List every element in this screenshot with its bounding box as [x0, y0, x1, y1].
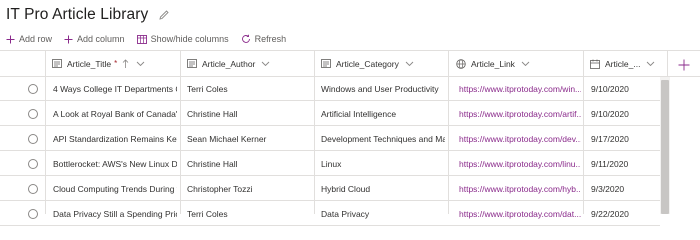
plus-icon: [64, 35, 73, 43]
columns-icon: [136, 34, 147, 44]
table-row[interactable]: Cloud Computing Trends During t... Chris…: [0, 177, 660, 201]
column-author-label: Article_Author: [202, 58, 256, 69]
row-select-radio[interactable]: [28, 84, 38, 94]
column-header-article-category[interactable]: Article_Category: [321, 51, 449, 76]
cell-link[interactable]: https://www.itprotoday.com/win...: [459, 77, 581, 100]
pencil-edit-icon[interactable]: [158, 9, 170, 21]
column-header-article-date[interactable]: Article_...: [590, 51, 660, 76]
chevron-down-icon[interactable]: [521, 61, 530, 67]
cell-title[interactable]: Data Privacy Still a Spending Prior...: [53, 202, 177, 225]
table-row[interactable]: Bottlerocket: AWS's New Linux Dis... Chr…: [0, 152, 660, 176]
table-row[interactable]: Data Privacy Still a Spending Prior... T…: [0, 202, 660, 226]
cell-link[interactable]: https://www.itprotoday.com/dev...: [459, 127, 581, 150]
cell-category[interactable]: Hybrid Cloud: [321, 177, 445, 200]
chevron-down-icon[interactable]: [405, 61, 414, 67]
cell-author[interactable]: Sean Michael Kerner: [187, 127, 311, 150]
chevron-down-icon[interactable]: [646, 61, 655, 67]
cell-date[interactable]: 9/10/2020: [591, 77, 657, 100]
cell-link[interactable]: https://www.itprotoday.com/hyb...: [459, 177, 581, 200]
cell-category[interactable]: Data Privacy: [321, 202, 445, 225]
vertical-scrollbar-thumb[interactable]: [661, 80, 669, 214]
table-row[interactable]: 4 Ways College IT Departments C... Terri…: [0, 77, 660, 101]
column-link-label: Article_Link: [471, 58, 515, 69]
cell-author[interactable]: Terri Coles: [187, 77, 311, 100]
chevron-down-icon[interactable]: [136, 61, 145, 67]
cell-link[interactable]: https://www.itprotoday.com/artif...: [459, 102, 581, 125]
refresh-button[interactable]: Refresh: [241, 34, 287, 44]
cell-title[interactable]: Bottlerocket: AWS's New Linux Dis...: [53, 152, 177, 175]
globe-icon: [456, 58, 466, 69]
page-title: IT Pro Article Library: [6, 6, 149, 23]
add-column-label: Add column: [77, 34, 125, 44]
header-row: Article_Title * Article_Author Article_C…: [0, 50, 700, 78]
plus-icon: [6, 35, 15, 43]
cell-author[interactable]: Christine Hall: [187, 102, 311, 125]
refresh-label: Refresh: [254, 34, 287, 44]
cell-link[interactable]: https://www.itprotoday.com/linu...: [459, 152, 581, 175]
add-column-button[interactable]: Add column: [64, 34, 125, 44]
cell-title[interactable]: 4 Ways College IT Departments C...: [53, 77, 177, 100]
cell-category[interactable]: Linux: [321, 152, 445, 175]
cell-date[interactable]: 9/17/2020: [591, 127, 657, 150]
column-header-article-author[interactable]: Article_Author: [187, 51, 315, 76]
cell-date[interactable]: 9/11/2020: [591, 152, 657, 175]
required-marker: *: [114, 59, 118, 68]
cell-category[interactable]: Artificial Intelligence: [321, 102, 445, 125]
column-category-label: Article_Category: [336, 58, 399, 69]
table-row[interactable]: A Look at Royal Bank of Canada's ... Chr…: [0, 102, 660, 126]
cell-date[interactable]: 9/3/2020: [591, 177, 657, 200]
cell-author[interactable]: Christine Hall: [187, 152, 311, 175]
cell-title[interactable]: A Look at Royal Bank of Canada's ...: [53, 102, 177, 125]
cell-date[interactable]: 9/22/2020: [591, 202, 657, 225]
add-row-button[interactable]: Add row: [6, 34, 52, 44]
plus-icon: [678, 59, 690, 70]
add-row-label: Add row: [19, 34, 53, 44]
show-hide-columns-label: Show/hide columns: [150, 34, 229, 44]
column-title-label: Article_Title: [67, 58, 112, 69]
row-select-radio[interactable]: [28, 184, 38, 194]
column-header-article-title[interactable]: Article_Title *: [52, 51, 178, 76]
command-bar: Add row Add column Show/hide columns Ref…: [6, 30, 298, 48]
add-column-plus-button[interactable]: [667, 51, 700, 78]
chevron-down-icon[interactable]: [261, 61, 270, 67]
column-header-article-link[interactable]: Article_Link: [456, 51, 582, 76]
show-hide-columns-button[interactable]: Show/hide columns: [136, 34, 229, 44]
cell-author[interactable]: Terri Coles: [187, 202, 311, 225]
text-column-icon: [321, 59, 331, 68]
column-date-label: Article_...: [605, 58, 641, 69]
text-column-icon: [187, 59, 197, 68]
cell-title[interactable]: Cloud Computing Trends During t...: [53, 177, 177, 200]
table-row[interactable]: API Standardization Remains Key ... Sean…: [0, 127, 660, 151]
cell-date[interactable]: 9/10/2020: [591, 102, 657, 125]
cell-link[interactable]: https://www.itprotoday.com/dat...: [459, 202, 581, 225]
row-select-radio[interactable]: [28, 109, 38, 119]
sort-ascending-icon[interactable]: [121, 58, 130, 69]
calendar-icon: [590, 59, 600, 69]
refresh-icon: [241, 34, 250, 43]
cell-title[interactable]: API Standardization Remains Key ...: [53, 127, 177, 150]
cell-category[interactable]: Development Techniques and Ma...: [321, 127, 445, 150]
row-select-radio[interactable]: [28, 159, 38, 169]
cell-author[interactable]: Christopher Tozzi: [187, 177, 311, 200]
data-grid: Article_Title * Article_Author Article_C…: [0, 50, 700, 226]
cell-category[interactable]: Windows and User Productivity: [321, 77, 445, 100]
page-header: IT Pro Article Library: [6, 4, 170, 26]
row-select-radio[interactable]: [28, 134, 38, 144]
row-select-radio[interactable]: [28, 209, 38, 219]
text-column-icon: [52, 59, 62, 68]
